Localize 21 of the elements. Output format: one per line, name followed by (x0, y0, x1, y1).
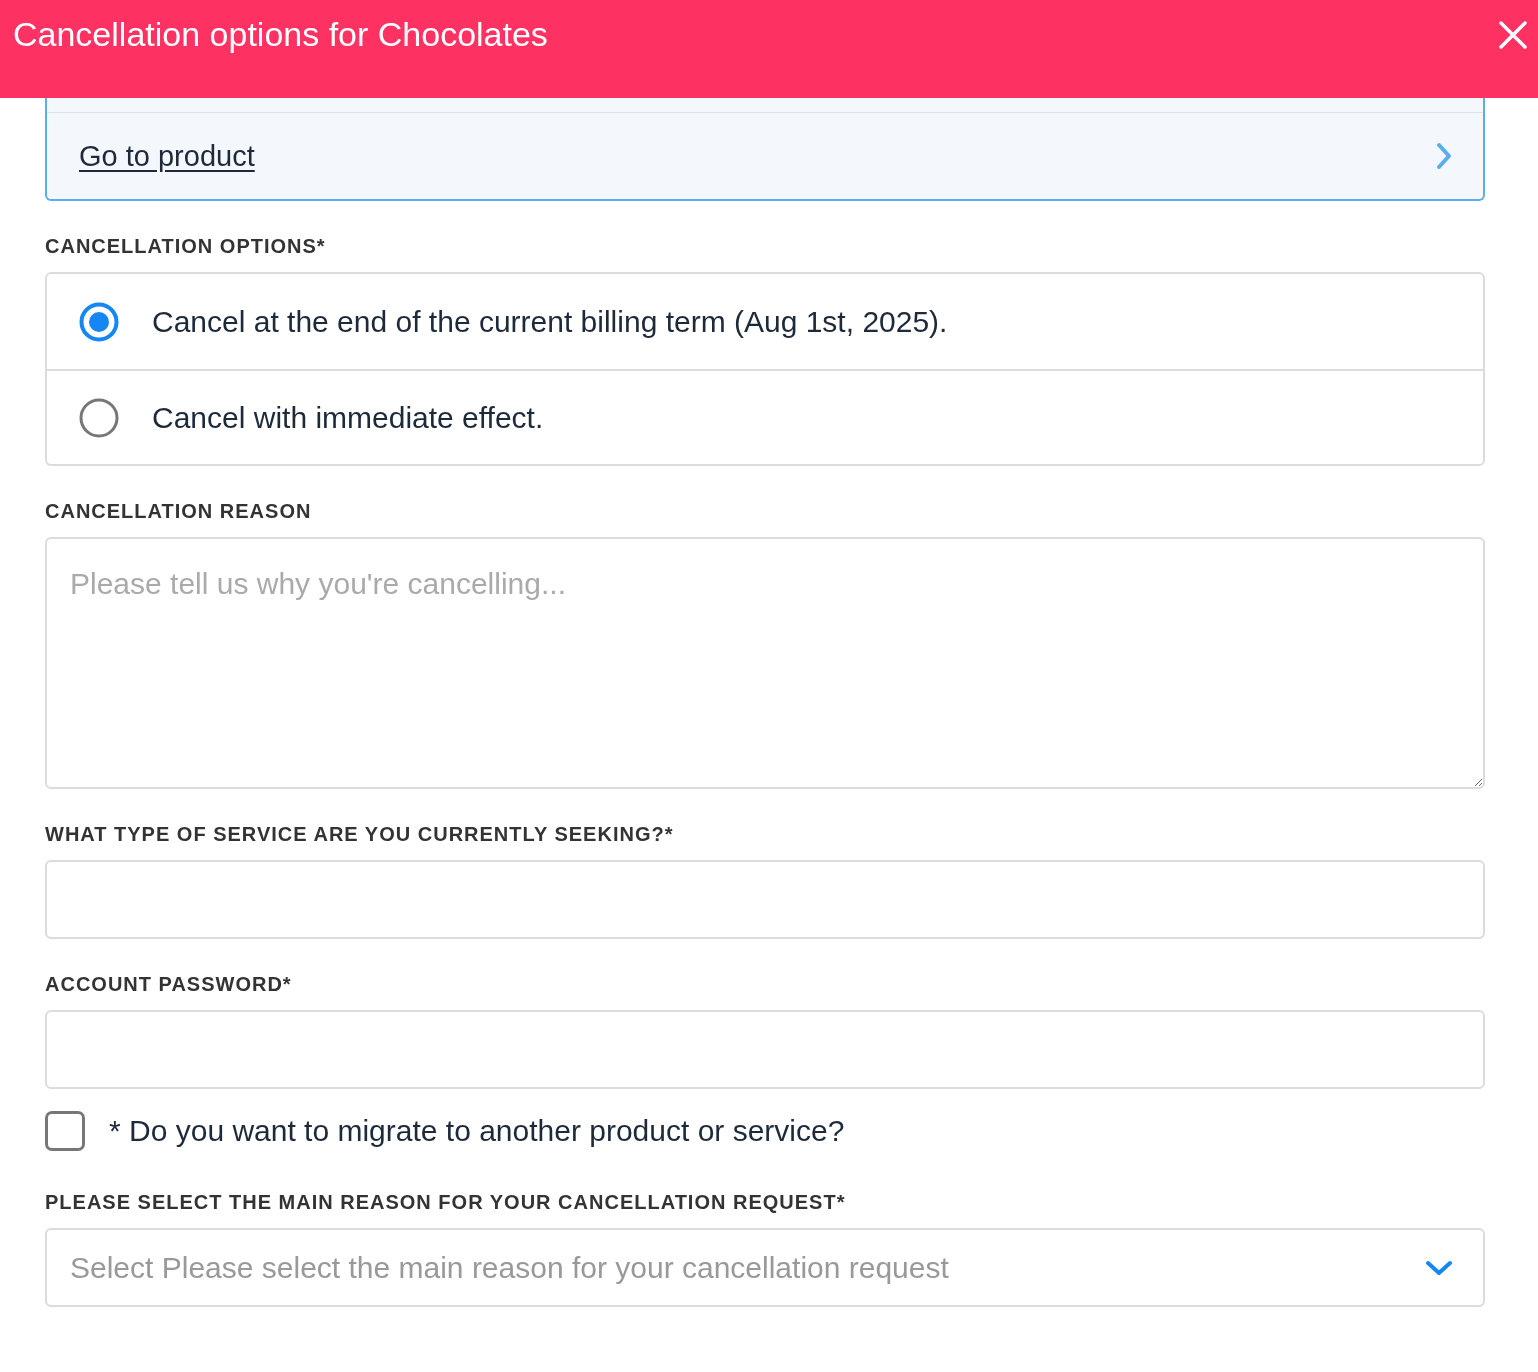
field-label: WHAT TYPE OF SERVICE ARE YOU CURRENTLY SEEKING?* (45, 823, 675, 846)
chevron-right-icon (1435, 141, 1453, 171)
radio-button[interactable] (79, 397, 119, 438)
field-label: CANCELLATION OPTIONS* (45, 235, 327, 258)
radio-option[interactable]: Cancel at the end of the current billing term (Aug 1st, 2025). (47, 274, 1483, 369)
radio-option[interactable]: Cancel with immediate effect. (47, 369, 1483, 464)
dialog-title: Cancellation options for Chocolates (13, 15, 548, 54)
password-field[interactable] (45, 1010, 1485, 1089)
checkbox[interactable] (45, 1111, 85, 1151)
service-input-field[interactable] (45, 860, 1485, 939)
field-label: CANCELLATION REASON (45, 500, 313, 523)
close-icon[interactable] (1498, 20, 1528, 50)
option-label: Cancel at the end of the current billing term (Aug 1st, 2025). (152, 304, 948, 339)
checkbox-label: * Do you want to migrate to another product or service? (109, 1114, 845, 1148)
radio-button[interactable] (79, 301, 119, 342)
field-label: ACCOUNT PASSWORD* (45, 973, 293, 996)
product-link[interactable]: Go to product (79, 139, 255, 173)
reason-textarea[interactable]: Please tell us why you're cancelling... (45, 537, 1485, 789)
field-label: PLEASE SELECT THE MAIN REASON FOR YOUR CANCELLATION REQUEST* (45, 1191, 847, 1214)
option-label: Cancel with immediate effect. (152, 400, 544, 435)
chevron-down-icon (1425, 1258, 1453, 1277)
